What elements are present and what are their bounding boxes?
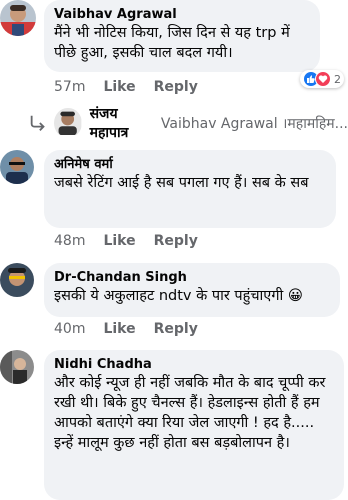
reaction-summary[interactable]: 2 — [300, 70, 344, 88]
avatar[interactable] — [0, 150, 34, 184]
comment-time[interactable]: 57m — [54, 79, 85, 95]
comment-bubble: Nidhi Chadha और कोई न्यूज ही नहीं जबकि म… — [44, 350, 344, 500]
comment-author[interactable]: Nidhi Chadha — [54, 356, 334, 373]
reply-button[interactable]: Reply — [154, 79, 198, 95]
comment-bubble: अनिमेष वर्मा जबसे रेटिंग आई है सब पगला ग… — [44, 150, 336, 228]
comment-bubble: Vaibhav Agrawal मैंने भी नोटिस किया, जिस… — [44, 0, 320, 72]
comment-actions: 57m Like Reply — [54, 77, 216, 97]
reply-preview[interactable]: संजय महापात्र Vaibhav Agrawal ।महामहिम..… — [28, 104, 348, 142]
reply-author[interactable]: संजय महापात्र — [90, 104, 155, 142]
comment-actions: 48m Like Reply — [54, 231, 216, 251]
comment-text: मैंने भी नोटिस किया, जिस दिन से यह trp म… — [54, 25, 290, 61]
reply-arrow-icon — [30, 115, 45, 131]
like-button[interactable]: Like — [103, 233, 135, 249]
reply-snippet: Vaibhav Agrawal ।महामहिम... — [160, 115, 348, 132]
avatar[interactable] — [0, 350, 34, 384]
comment-text: जबसे रेटिंग आई है सब पगला गए हैं। सब के … — [54, 175, 309, 191]
avatar[interactable] — [0, 263, 34, 297]
comment-author[interactable]: Vaibhav Agrawal — [54, 6, 310, 23]
comment-text: इसकी ये अकुलाहट ndtv के पार पहुंचाएगी 😀 — [54, 288, 303, 304]
comment-actions: 40m Like Reply — [54, 319, 216, 339]
comment-author[interactable]: अनिमेष वर्मा — [54, 156, 326, 173]
reaction-count: 2 — [334, 72, 341, 86]
comment-bubble: Dr-Chandan Singh इसकी ये अकुलाहट ndtv के… — [44, 263, 340, 317]
reply-button[interactable]: Reply — [154, 233, 198, 249]
avatar[interactable] — [54, 108, 82, 138]
comment-time[interactable]: 40m — [54, 321, 85, 337]
like-button[interactable]: Like — [103, 79, 135, 95]
avatar[interactable] — [0, 0, 36, 36]
reply-button[interactable]: Reply — [154, 321, 198, 337]
love-icon — [315, 71, 331, 87]
comment-text: और कोई न्यूज ही नहीं जबकि मौत के बाद चूप… — [54, 375, 326, 451]
comment-author[interactable]: Dr-Chandan Singh — [54, 269, 330, 286]
like-button[interactable]: Like — [103, 321, 135, 337]
comment-time[interactable]: 48m — [54, 233, 85, 249]
